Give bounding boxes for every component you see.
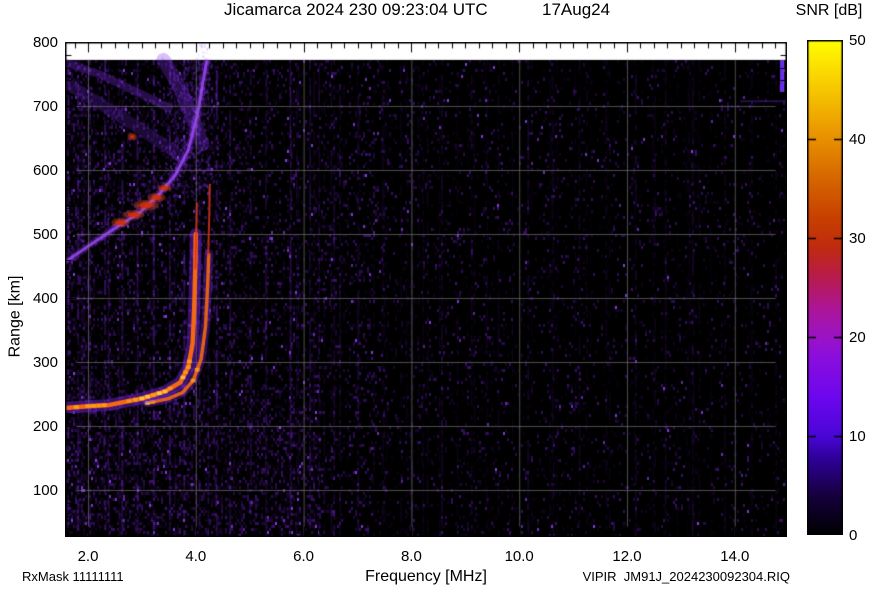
x-tick-label: 10.0 — [504, 548, 534, 565]
y-tick-label: 200 — [32, 418, 58, 435]
y-tick-label: 500 — [32, 226, 58, 243]
ionogram-figure: Jicamarca 2024 230 09:23:04 UTC 17Aug24 … — [0, 0, 874, 595]
x-axis-label: Frequency [MHz] — [365, 568, 487, 585]
colorbar-gradient — [807, 40, 843, 535]
colorbar-tick-label: 30 — [849, 230, 866, 247]
colorbar-tick-label: 10 — [849, 428, 866, 445]
colorbar-tick-label: 40 — [849, 131, 866, 148]
x-tick-label: 8.0 — [400, 548, 422, 565]
rxmask-label: RxMask 11111111 — [22, 569, 124, 584]
y-tick-label: 700 — [32, 98, 58, 115]
y-tick-label: 600 — [32, 162, 58, 179]
colorbar-tick-label: 0 — [849, 527, 858, 544]
datafile-label: VIPIR JM91J_2024230092304.RIQ — [582, 569, 790, 584]
x-tick-label: 12.0 — [612, 548, 642, 565]
y-tick-label: 300 — [32, 354, 58, 371]
x-tick-label: 14.0 — [720, 548, 750, 565]
x-tick-label: 4.0 — [185, 548, 207, 565]
plot-title: Jicamarca 2024 230 09:23:04 UTC — [224, 0, 488, 19]
ionogram-heatmap — [65, 42, 787, 537]
y-tick-label: 800 — [32, 34, 58, 51]
colorbar-tick-label: 20 — [849, 329, 866, 346]
x-tick-label: 2.0 — [77, 548, 99, 565]
colorbar-title: SNR [dB] — [795, 2, 863, 19]
y-tick-label: 100 — [32, 482, 58, 499]
colorbar-tick-label: 50 — [849, 32, 866, 49]
y-tick-label: 400 — [32, 290, 58, 307]
plot-date: 17Aug24 — [542, 0, 611, 19]
x-tick-label: 6.0 — [293, 548, 315, 565]
